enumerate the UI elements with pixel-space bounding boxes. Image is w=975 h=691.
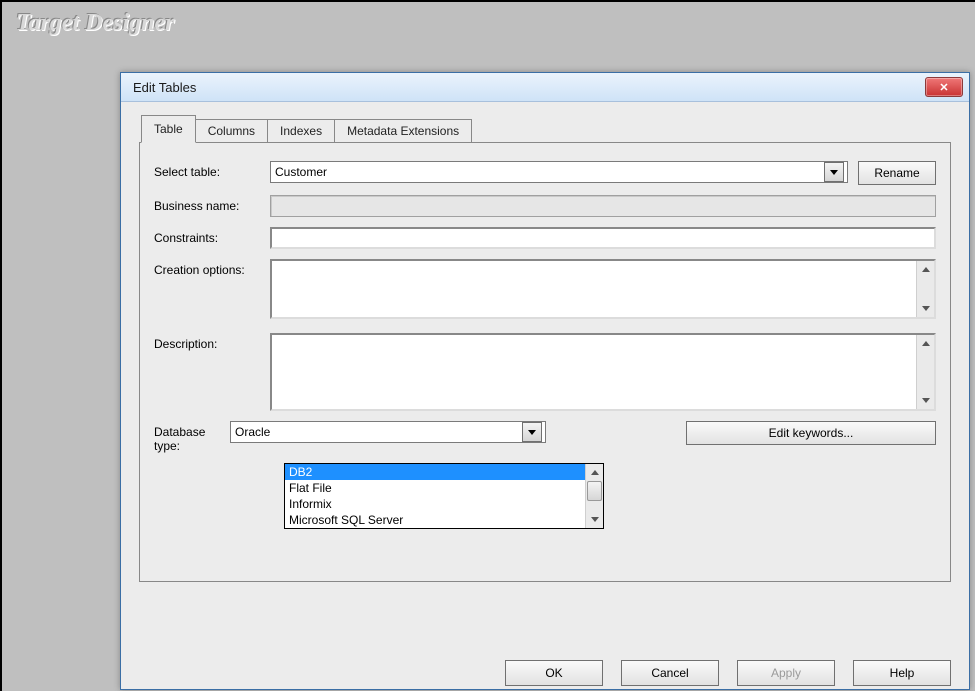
description-input[interactable] xyxy=(270,333,936,411)
scroll-up-button[interactable] xyxy=(919,263,932,276)
database-type-combo[interactable]: Oracle xyxy=(230,421,546,443)
row-creation-options: Creation options: xyxy=(154,259,936,319)
rename-button[interactable]: Rename xyxy=(858,161,936,185)
database-type-dropdown-button[interactable] xyxy=(522,422,542,442)
tab-label: Columns xyxy=(208,124,255,138)
select-table-combo[interactable]: Customer xyxy=(270,161,848,183)
label-description: Description: xyxy=(154,333,270,351)
database-type-value: Oracle xyxy=(235,425,520,439)
description-scrollbar[interactable] xyxy=(916,335,934,409)
label-constraints: Constraints: xyxy=(154,227,270,245)
chevron-down-icon xyxy=(528,430,536,435)
dialog-titlebar[interactable]: Edit Tables ✕ xyxy=(121,73,969,102)
scroll-down-button[interactable] xyxy=(919,394,932,407)
dropdown-option-informix[interactable]: Informix xyxy=(285,496,585,512)
database-type-dropdown-list[interactable]: DB2 Flat File Informix Microsoft SQL Ser… xyxy=(284,463,604,529)
cancel-button[interactable]: Cancel xyxy=(621,660,719,686)
creation-options-text[interactable] xyxy=(272,261,916,317)
chevron-up-icon xyxy=(922,267,930,272)
tab-metadata-extensions[interactable]: Metadata Extensions xyxy=(334,119,472,143)
database-type-field: Oracle Edit keywords... xyxy=(230,421,936,445)
edit-tables-dialog: Edit Tables ✕ Table Columns Indexes Meta… xyxy=(120,72,970,690)
chevron-down-icon xyxy=(591,517,599,522)
creation-options-scrollbar[interactable] xyxy=(916,261,934,317)
background-app-title: Target Designer xyxy=(16,10,174,37)
ok-button[interactable]: OK xyxy=(505,660,603,686)
dropdown-scrollbar[interactable] xyxy=(585,464,603,528)
scroll-down-button[interactable] xyxy=(588,513,601,526)
scroll-down-button[interactable] xyxy=(919,302,932,315)
tab-columns[interactable]: Columns xyxy=(195,119,268,143)
dropdown-list-items: DB2 Flat File Informix Microsoft SQL Ser… xyxy=(285,464,585,528)
dropdown-option-flat-file[interactable]: Flat File xyxy=(285,480,585,496)
scroll-up-button[interactable] xyxy=(919,337,932,350)
edit-keywords-button[interactable]: Edit keywords... xyxy=(686,421,936,445)
chevron-down-icon xyxy=(922,398,930,403)
label-select-table: Select table: xyxy=(154,161,270,179)
tab-panel-table: Select table: Customer Rename Business n… xyxy=(139,142,951,582)
label-creation-options: Creation options: xyxy=(154,259,270,277)
chevron-down-icon xyxy=(830,170,838,175)
dialog-title: Edit Tables xyxy=(133,80,196,95)
dialog-button-bar: OK Cancel Apply Help xyxy=(505,654,969,690)
row-description: Description: xyxy=(154,333,936,411)
business-name-field[interactable] xyxy=(270,195,936,217)
tabstrip: Table Columns Indexes Metadata Extension… xyxy=(141,114,969,142)
row-database-type: Database type: Oracle Edit keywords... xyxy=(154,421,936,453)
dropdown-option-db2[interactable]: DB2 xyxy=(285,464,585,480)
row-constraints: Constraints: xyxy=(154,227,936,249)
tab-indexes[interactable]: Indexes xyxy=(267,119,335,143)
scrollbar-thumb[interactable] xyxy=(587,481,602,501)
constraints-input[interactable] xyxy=(270,227,936,249)
select-table-dropdown-button[interactable] xyxy=(824,162,844,182)
scroll-up-button[interactable] xyxy=(588,466,601,479)
tab-table[interactable]: Table xyxy=(141,115,196,143)
apply-button[interactable]: Apply xyxy=(737,660,835,686)
designer-background: Target Designer Edit Tables ✕ Table Colu… xyxy=(0,0,975,691)
row-select-table: Select table: Customer Rename xyxy=(154,161,936,185)
label-database-type: Database type: xyxy=(154,421,230,453)
tab-label: Metadata Extensions xyxy=(347,124,459,138)
close-icon: ✕ xyxy=(939,81,948,94)
label-business-name: Business name: xyxy=(154,195,270,213)
close-button[interactable]: ✕ xyxy=(925,77,963,97)
creation-options-input[interactable] xyxy=(270,259,936,319)
tab-label: Table xyxy=(154,122,183,136)
select-table-value: Customer xyxy=(275,165,822,179)
dialog-body: Table Columns Indexes Metadata Extension… xyxy=(121,102,969,690)
description-text[interactable] xyxy=(272,335,916,409)
dropdown-option-mssql[interactable]: Microsoft SQL Server xyxy=(285,512,585,528)
chevron-up-icon xyxy=(922,341,930,346)
chevron-up-icon xyxy=(591,470,599,475)
row-business-name: Business name: xyxy=(154,195,936,217)
tab-label: Indexes xyxy=(280,124,322,138)
help-button[interactable]: Help xyxy=(853,660,951,686)
chevron-down-icon xyxy=(922,306,930,311)
